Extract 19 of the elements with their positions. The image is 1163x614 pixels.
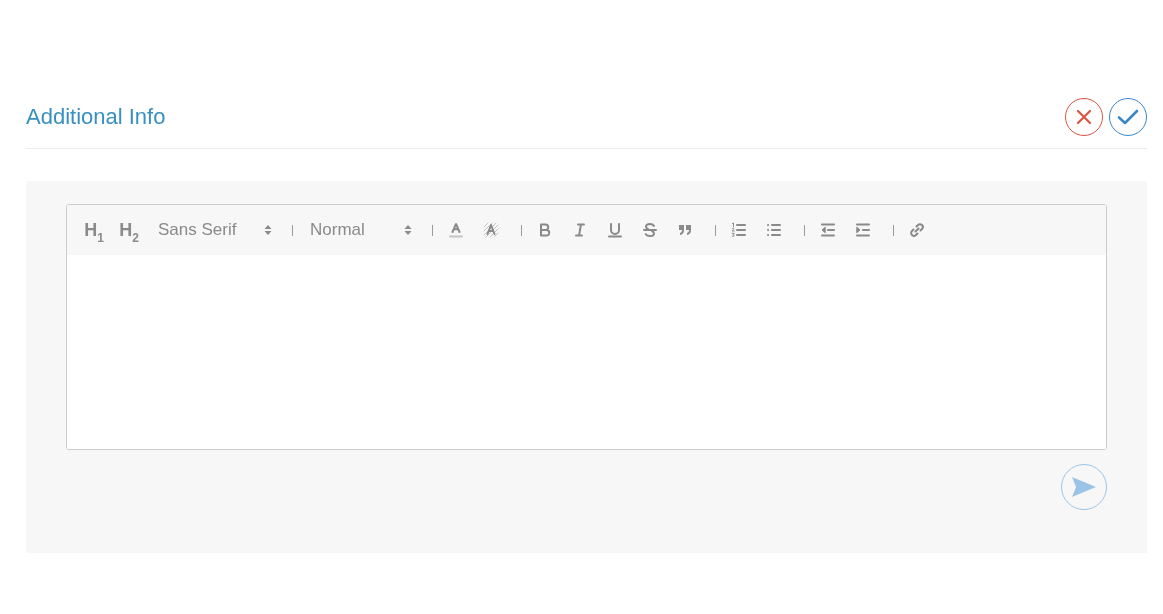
indent-icon	[854, 221, 872, 239]
dropdown-select[interactable]: Sans Serif	[150, 218, 276, 242]
check-icon	[1117, 109, 1139, 125]
sort-arrows-icon	[264, 224, 272, 236]
heading-button[interactable]: H$_{1}$	[80, 218, 108, 242]
link-icon	[908, 221, 926, 239]
sort-arrows-icon	[404, 224, 412, 236]
text-color-icon	[447, 221, 465, 239]
numbered-list-icon	[730, 221, 748, 239]
section-title: Additional Info	[26, 106, 166, 128]
dropdown-select[interactable]: Normal	[302, 218, 416, 242]
strikethrough-icon	[641, 221, 659, 239]
highlight-icon	[482, 221, 500, 239]
outdent-icon	[819, 221, 837, 239]
underline-icon	[606, 221, 624, 239]
close-icon	[1076, 109, 1092, 125]
bullet-list-icon	[765, 221, 783, 239]
send-icon	[1072, 477, 1096, 497]
heading-button[interactable]: H$_{2}$	[115, 218, 143, 242]
